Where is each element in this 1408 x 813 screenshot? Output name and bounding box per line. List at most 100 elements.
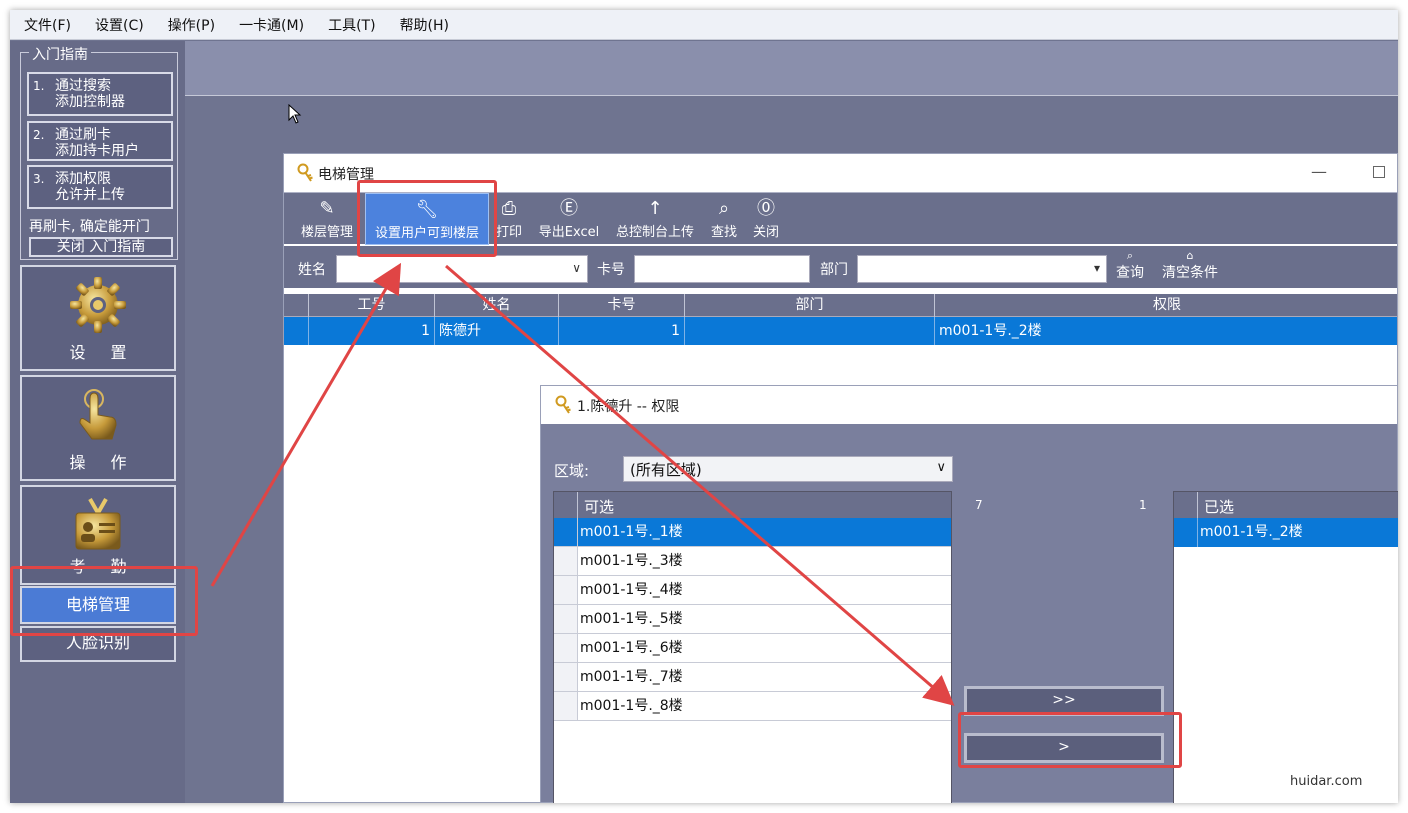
printer-icon: ⎙ [501,198,517,219]
region-select[interactable]: (所有区域) ∨ [623,456,953,482]
caret-down-icon: ▾ [1093,261,1100,275]
row-corner [284,317,308,345]
find-button[interactable]: ⌕ 查找 [708,193,740,245]
available-count: 7 [975,498,983,512]
main-header-band [185,41,1398,96]
hand-pointer-icon [79,389,117,440]
name-filter-select[interactable]: ∨ [336,255,588,283]
watermark: huidar.com [1290,774,1363,789]
floor-management-button[interactable]: ✎ 楼层管理 [296,193,358,245]
col-header-dept[interactable]: 部门 [684,294,934,317]
minimize-button[interactable]: — [1311,162,1327,181]
list-corner [1174,492,1198,518]
close-icon: ⓪ [757,198,775,219]
dept-filter-select[interactable]: ▾ [857,255,1107,283]
maximize-button[interactable] [1373,166,1385,178]
list-item[interactable]: m001-1号._5楼 [554,605,951,634]
toolbar-label: 关闭 [752,225,779,240]
search-icon: ⌕ [1126,249,1134,262]
nav-operation-button[interactable]: 操 作 [20,375,176,481]
annotation-highlight-nav [10,566,198,636]
card-filter-input[interactable] [634,255,810,283]
dept-filter-label: 部门 [820,262,848,278]
guide-step-text: 添加权限 允许并上传 [55,171,125,203]
nav-settings-label: 设 置 [69,343,137,362]
selected-list-header: 已选 [1174,492,1398,518]
query-button[interactable]: ⌕ 查询 [1114,250,1146,282]
guide-step-number: 3. [33,172,45,186]
edit-icon: ✎ [319,198,335,219]
id-card-icon [75,498,121,550]
key-icon [555,395,571,414]
guide-step-search-controller[interactable]: 1. 通过搜索 添加控制器 [27,72,173,116]
toolbar-label: 总控制台上传 [615,225,694,240]
clear-label: 清空条件 [1162,265,1218,281]
col-header-permission[interactable]: 权限 [934,294,1398,317]
left-nav-panel: 入门指南 1. 通过搜索 添加控制器 2. 通过刷卡 添加持卡用户 3. 添加权限允… [10,41,185,803]
list-item[interactable]: m001-1号._3楼 [554,547,951,576]
col-header-card[interactable]: 卡号 [558,294,684,317]
app-window: 文件(F) 设置(C) 操作(P) 一卡通(M) 工具(T) 帮助(H) 入门指… [10,10,1398,803]
menu-help[interactable]: 帮助(H) [400,15,449,35]
table-row[interactable]: 1 陈德升 1 m001-1号._2楼 [284,317,1397,345]
chevron-down-icon: ∨ [572,261,581,275]
annotation-highlight-move-button [958,712,1182,768]
annotation-highlight-toolbar [357,180,497,257]
guide-step-add-card-user[interactable]: 2. 通过刷卡 添加持卡用户 [27,121,173,161]
guide-note: 再刷卡, 确定能开门 [29,219,150,235]
cell-dept [684,317,934,345]
chevron-down-icon: ∨ [936,460,946,475]
export-excel-button[interactable]: Ⓔ 导出Excel [536,193,602,245]
cell-card: 1 [558,317,684,345]
search-icon: ⌕ [718,198,730,219]
menubar: 文件(F) 设置(C) 操作(P) 一卡通(M) 工具(T) 帮助(H) [10,10,1398,40]
available-list-header: 可选 [554,492,951,518]
query-label: 查询 [1116,265,1144,281]
permission-dialog-title: 1.陈德升 -- 权限 [577,399,680,415]
nav-operation-label: 操 作 [69,453,137,472]
selected-count: 1 [1139,498,1147,512]
menu-operation[interactable]: 操作(P) [168,15,215,35]
list-item[interactable]: m001-1号._2楼 [1174,518,1398,547]
grid-corner [284,294,308,317]
menu-tools[interactable]: 工具(T) [328,15,375,35]
col-header-id[interactable]: 工号 [308,294,434,317]
clear-conditions-button[interactable]: ⌂ 清空条件 [1158,250,1222,282]
cell-id: 1 [308,317,434,345]
toolbar-label: 导出Excel [538,225,600,240]
gear-icon [70,277,126,333]
list-item[interactable]: m001-1号._4楼 [554,576,951,605]
getting-started-guide: 入门指南 1. 通过搜索 添加控制器 2. 通过刷卡 添加持卡用户 3. 添加权限允… [20,44,178,260]
list-item[interactable]: m001-1号._1楼 [554,518,951,547]
permission-dialog-titlebar: 1.陈德升 -- 权限 [541,386,1397,424]
print-button[interactable]: ⎙ 打印 [492,193,526,245]
selected-floors-list: 已选 m001-1号._2楼 [1173,491,1398,803]
cell-name: 陈德升 [434,317,558,345]
nav-settings-button[interactable]: 设 置 [20,265,176,371]
mouse-cursor-icon [288,104,302,124]
key-icon [297,163,313,182]
close-button[interactable]: ⓪ 关闭 [750,193,782,245]
list-item[interactable]: m001-1号._8楼 [554,692,951,721]
list-item[interactable]: m001-1号._6楼 [554,634,951,663]
selected-header-label: 已选 [1204,498,1235,516]
menu-settings[interactable]: 设置(C) [95,15,144,35]
user-grid-header: 工号 姓名 卡号 部门 权限 [284,294,1397,317]
card-filter-label: 卡号 [597,262,625,278]
eraser-icon: ⌂ [1186,249,1194,262]
toolbar-label: 打印 [495,225,522,240]
guide-title: 入门指南 [29,44,91,64]
guide-step-text: 通过刷卡 添加持卡用户 [55,127,139,159]
list-item[interactable]: m001-1号._7楼 [554,663,951,692]
cell-permission: m001-1号._2楼 [934,317,1398,345]
available-header-label: 可选 [584,498,615,516]
upload-icon: ↑ [647,198,663,219]
available-floors-list: 可选 m001-1号._1楼 m001-1号._3楼 m001-1号._4楼 m… [553,491,952,803]
col-header-name[interactable]: 姓名 [434,294,558,317]
toolbar-label: 查找 [710,225,737,240]
close-guide-button[interactable]: 关闭 入门指南 [29,237,173,257]
guide-step-add-permission[interactable]: 3. 添加权限 允许并上传 [27,165,173,209]
master-upload-button[interactable]: ↑ 总控制台上传 [612,193,698,245]
menu-file[interactable]: 文件(F) [24,15,71,35]
menu-onecard[interactable]: 一卡通(M) [239,15,304,35]
